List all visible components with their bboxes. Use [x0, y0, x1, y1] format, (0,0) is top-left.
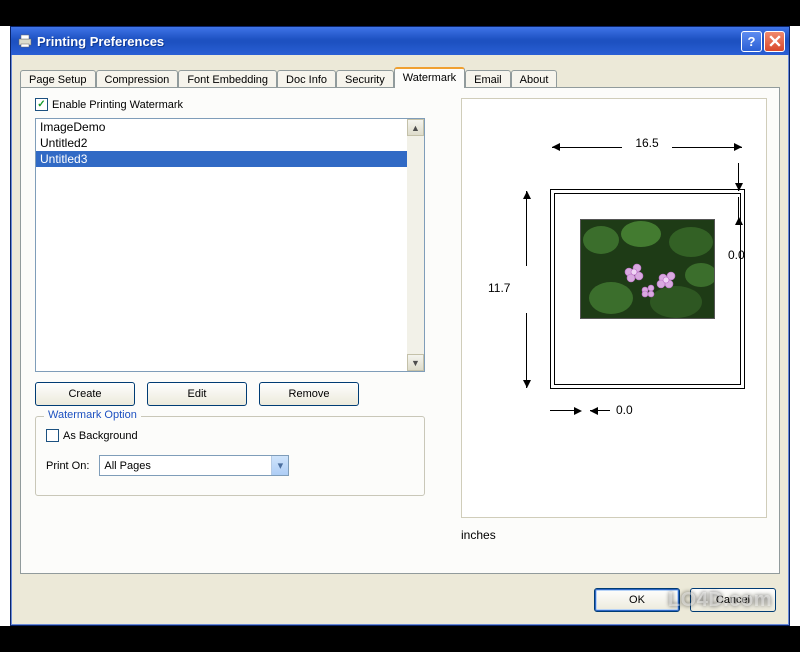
- scroll-down-button[interactable]: ▼: [407, 354, 424, 371]
- arrow-down-icon: [523, 380, 531, 388]
- print-on-select[interactable]: All Pages ▾: [99, 455, 289, 476]
- help-button[interactable]: ?: [741, 31, 762, 52]
- dimension-height-value: 11.7: [488, 281, 510, 295]
- tab-label: Security: [345, 74, 385, 86]
- preview-pane: 16.5 11.7 0.0: [461, 98, 767, 518]
- button-label: Create: [68, 388, 101, 400]
- tab-label: Watermark: [403, 72, 456, 84]
- page-outline: [550, 189, 745, 389]
- scroll-up-button[interactable]: ▲: [407, 119, 424, 136]
- letterbox-top: [0, 0, 800, 26]
- letterbox-bottom: [0, 626, 800, 652]
- dimension-height: 11.7: [492, 191, 534, 388]
- list-item-text: ImageDemo: [40, 120, 105, 134]
- dialog-buttons: OK Cancel: [594, 588, 776, 612]
- chevron-down-icon: ▾: [271, 456, 288, 475]
- list-item[interactable]: Untitled2: [36, 135, 407, 151]
- checkbox-icon: [46, 429, 59, 442]
- client-area: Page Setup Compression Font Embedding Do…: [14, 58, 786, 622]
- edit-button[interactable]: Edit: [147, 382, 247, 406]
- titlebar[interactable]: Printing Preferences ?: [11, 27, 789, 55]
- tab-label: Email: [474, 74, 502, 86]
- tab-label: Doc Info: [286, 74, 327, 86]
- tabpanel-watermark: ✓ Enable Printing Watermark ImageDemo Un…: [20, 87, 780, 574]
- list-item[interactable]: Untitled3: [36, 151, 407, 167]
- tabstrip: Page Setup Compression Font Embedding Do…: [20, 64, 780, 88]
- printer-icon: [17, 33, 33, 49]
- as-background-label: As Background: [63, 430, 138, 442]
- button-label: Cancel: [716, 594, 750, 606]
- tab-label: About: [520, 74, 549, 86]
- watermark-thumbnail: [580, 219, 715, 319]
- dimension-width: 16.5: [552, 139, 742, 155]
- window: Printing Preferences ? Page Setup Compre…: [10, 26, 790, 626]
- as-background-checkbox[interactable]: As Background: [46, 429, 138, 442]
- group-legend: Watermark Option: [44, 409, 141, 421]
- list-item[interactable]: ImageDemo: [36, 119, 407, 135]
- arrow-up-icon: [523, 191, 531, 199]
- dimension-offset-x: 0.0: [550, 402, 650, 422]
- enable-watermark-label: Enable Printing Watermark: [52, 99, 183, 111]
- ok-button[interactable]: OK: [594, 588, 680, 612]
- tab-label: Page Setup: [29, 74, 87, 86]
- cancel-button[interactable]: Cancel: [690, 588, 776, 612]
- tab-watermark[interactable]: Watermark: [394, 67, 465, 88]
- close-button[interactable]: [764, 31, 785, 52]
- dimension-offset-x-value: 0.0: [616, 403, 633, 417]
- print-on-label: Print On:: [46, 460, 89, 472]
- remove-button[interactable]: Remove: [259, 382, 359, 406]
- tab-label: Compression: [105, 74, 170, 86]
- arrow-right-icon: [574, 407, 582, 415]
- print-on-row: Print On: All Pages ▾: [46, 455, 289, 476]
- button-label: OK: [629, 594, 645, 606]
- window-title: Printing Preferences: [37, 34, 739, 49]
- units-label: inches: [461, 528, 496, 542]
- watermark-listbox[interactable]: ImageDemo Untitled2 Untitled3 ▲ ▼: [35, 118, 425, 372]
- tab-label: Font Embedding: [187, 74, 268, 86]
- watermark-option-group: Watermark Option As Background Print On:…: [35, 416, 425, 496]
- list-item-text: Untitled2: [40, 136, 87, 150]
- list-item-text: Untitled3: [40, 152, 87, 166]
- create-button[interactable]: Create: [35, 382, 135, 406]
- watermark-button-row: Create Edit Remove: [35, 382, 359, 406]
- button-label: Edit: [188, 388, 207, 400]
- dimension-width-value: 16.5: [552, 136, 742, 150]
- button-label: Remove: [289, 388, 330, 400]
- print-on-value: All Pages: [104, 460, 150, 472]
- scrollbar[interactable]: ▲ ▼: [407, 119, 424, 371]
- enable-watermark-checkbox[interactable]: ✓ Enable Printing Watermark: [35, 98, 183, 111]
- check-icon: ✓: [35, 98, 48, 111]
